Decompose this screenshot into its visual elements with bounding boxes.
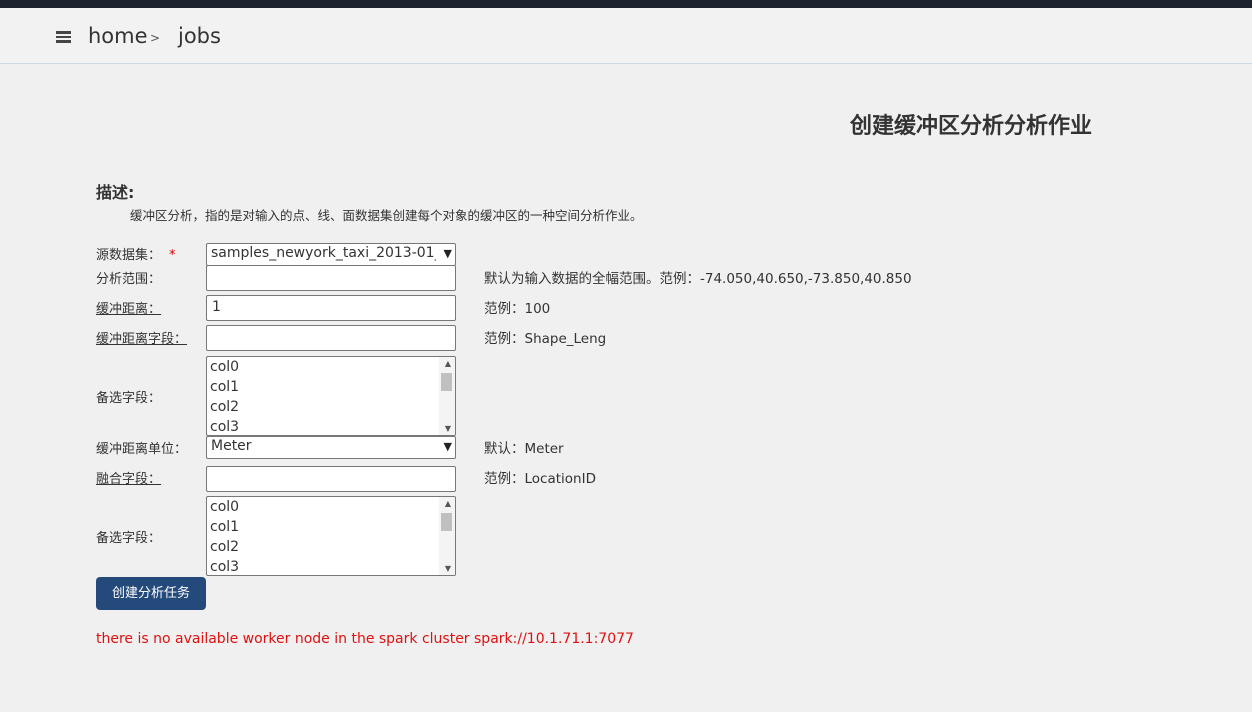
- candidate-fields-list[interactable]: col0 col1 col2 col3 ▲ ▼: [206, 496, 456, 576]
- scroll-up-icon[interactable]: ▲: [445, 359, 451, 368]
- create-analysis-task-button[interactable]: 创建分析任务: [96, 577, 206, 610]
- error-message: there is no available worker node in the…: [96, 631, 634, 647]
- scroll-thumb[interactable]: [441, 513, 452, 531]
- breadcrumb-jobs-link[interactable]: jobs: [178, 22, 221, 50]
- buffer-distance-label: 缓冲距离：: [96, 302, 162, 317]
- scroll-down-icon[interactable]: ▼: [445, 424, 451, 433]
- scroll-thumb[interactable]: [441, 373, 452, 391]
- description-title: 描述:: [96, 183, 135, 202]
- main-content: 创建缓冲区分析分析作业 描述: 缓冲区分析，指的是对输入的点、线、面数据集创建每…: [0, 64, 1252, 712]
- candidate-fields-label: 备选字段：: [96, 391, 162, 406]
- analysis-range-hint: 默认为输入数据的全幅范围。范例：-74.050,40.650,-73.850,4…: [484, 271, 912, 287]
- menu-icon[interactable]: [56, 31, 71, 43]
- list-item[interactable]: col1: [207, 517, 455, 537]
- list-item[interactable]: col2: [207, 537, 455, 557]
- required-mark: *: [169, 248, 176, 263]
- dissolve-field-hint: 范例：LocationID: [484, 471, 596, 487]
- dissolve-field-input[interactable]: [206, 466, 456, 492]
- scrollbar[interactable]: ▲ ▼: [439, 357, 455, 435]
- breadcrumb-home-link[interactable]: home: [88, 22, 148, 50]
- scrollbar[interactable]: ▲ ▼: [439, 497, 455, 575]
- source-dataset-select[interactable]: samples_newyork_taxi_2013-01_14 ▼: [206, 243, 456, 266]
- description-text: 缓冲区分析，指的是对输入的点、线、面数据集创建每个对象的缓冲区的一种空间分析作业…: [130, 208, 643, 223]
- buffer-unit-label: 缓冲距离单位：: [96, 442, 188, 457]
- candidate-fields-label: 备选字段：: [96, 531, 162, 546]
- buffer-distance-hint: 范例：100: [484, 301, 551, 317]
- analysis-range-input[interactable]: [206, 265, 456, 291]
- breadcrumb-separator: >: [150, 31, 161, 45]
- buffer-distance-field-input[interactable]: [206, 325, 456, 351]
- buffer-unit-hint: 默认：Meter: [484, 441, 564, 457]
- top-bar: [0, 0, 1252, 8]
- dissolve-field-label: 融合字段：: [96, 472, 162, 487]
- candidate-fields-list[interactable]: col0 col1 col2 col3 ▲ ▼: [206, 356, 456, 436]
- chevron-down-icon: ▼: [443, 440, 452, 453]
- analysis-range-label: 分析范围：: [96, 272, 162, 287]
- buffer-distance-field-label: 缓冲距离字段：: [96, 332, 188, 347]
- scroll-down-icon[interactable]: ▼: [445, 564, 451, 573]
- list-item[interactable]: col0: [207, 357, 455, 377]
- buffer-distance-field-hint: 范例：Shape_Leng: [484, 331, 607, 347]
- scroll-up-icon[interactable]: ▲: [445, 499, 451, 508]
- chevron-down-icon: ▼: [443, 247, 452, 260]
- navbar: home > jobs: [0, 8, 1252, 64]
- list-item[interactable]: col1: [207, 377, 455, 397]
- list-item[interactable]: col3: [207, 557, 455, 575]
- list-item[interactable]: col0: [207, 497, 455, 517]
- page-title: 创建缓冲区分析分析作业: [849, 114, 1092, 139]
- list-item[interactable]: col3: [207, 417, 455, 435]
- source-dataset-label: 源数据集： *: [96, 248, 176, 263]
- buffer-unit-select[interactable]: Meter ▼: [206, 436, 456, 459]
- list-item[interactable]: col2: [207, 397, 455, 417]
- buffer-distance-input[interactable]: 1: [206, 295, 456, 321]
